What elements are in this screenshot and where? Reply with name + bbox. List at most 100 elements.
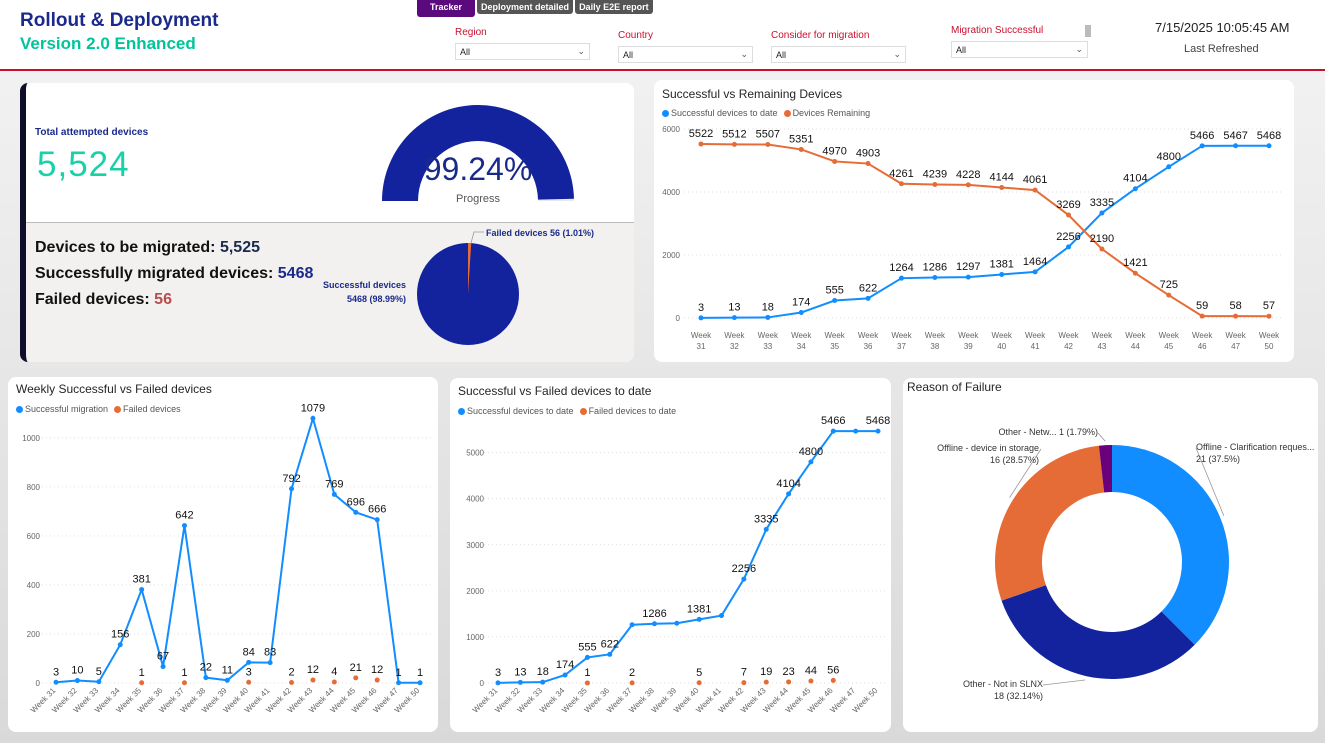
filter-region-dropdown[interactable]: All ⌄ (455, 43, 590, 60)
chart2-series-0-point[interactable] (267, 660, 273, 666)
chart1-series-1-point[interactable] (1233, 313, 1239, 319)
chart3-series-0-point[interactable] (830, 428, 836, 434)
chart2-series-0-line[interactable] (55, 414, 420, 684)
chart1-series-1-point[interactable] (1166, 292, 1172, 298)
chart1-series-1-point[interactable] (798, 146, 804, 152)
chart2-series-0-point[interactable] (181, 523, 187, 529)
scrollbar-handle[interactable] (1085, 25, 1091, 37)
chart1-series-0-point[interactable] (1199, 143, 1205, 149)
chart2-series-0-point[interactable] (417, 680, 423, 686)
chart3-series-0-point[interactable] (674, 620, 680, 626)
chart2-series-0-point[interactable] (160, 664, 166, 670)
chart1-series-1-point[interactable] (898, 181, 904, 187)
chart2-series-1-point[interactable] (353, 675, 359, 681)
chart2-series-1-point[interactable] (374, 677, 380, 683)
tab-deployment-detailed[interactable]: Deployment detailed (477, 0, 574, 14)
chart3-plot[interactable]: 010002000300040005000Week 31Week 32Week … (450, 378, 891, 732)
chart1-series-0-point[interactable] (1166, 164, 1172, 170)
chart2-series-0-point[interactable] (96, 679, 102, 685)
chart2-series-1-point[interactable] (331, 679, 337, 685)
chart1-series-0-point[interactable] (999, 271, 1005, 277)
chart1-series-0-point[interactable] (965, 274, 971, 280)
chart1-series-1-point[interactable] (999, 184, 1005, 190)
chart3-series-0-point[interactable] (495, 680, 501, 686)
chart2-series-0-point[interactable] (224, 677, 230, 683)
chart1-series-1-point[interactable] (832, 158, 838, 164)
chart1-series-1-point[interactable] (1266, 313, 1272, 319)
chart2-series-0-point[interactable] (53, 679, 59, 685)
chart1-series-0-point[interactable] (1099, 210, 1105, 216)
chart2-series-0-point[interactable] (203, 675, 209, 681)
chart3-series-0-point[interactable] (763, 526, 769, 532)
chart2-series-1-point[interactable] (310, 677, 316, 683)
chart1-series-1-point[interactable] (1066, 212, 1072, 218)
chart3-series-1-point[interactable] (629, 680, 635, 686)
chart3-series-1-point[interactable] (763, 679, 769, 685)
chart3-series-0-line[interactable] (497, 430, 879, 684)
chart1-series-0-point[interactable] (1132, 186, 1138, 192)
chart3-series-1-point[interactable] (584, 680, 590, 686)
chart3-series-1-point[interactable] (786, 679, 792, 685)
chart2-series-0-point[interactable] (396, 680, 402, 686)
chart2-series-0-point[interactable] (117, 642, 123, 648)
chart1-series-1-point[interactable] (765, 142, 771, 148)
chart3-series-0-point[interactable] (719, 613, 725, 619)
chart1-series-0-point[interactable] (865, 295, 871, 301)
chart1-series-0-point[interactable] (898, 275, 904, 281)
chart4-donut[interactable]: Offline - Clarification reques... 21 (37.… (903, 378, 1318, 732)
chart1-series-1-point[interactable] (1199, 313, 1205, 319)
chart3-series-0-point[interactable] (808, 459, 814, 465)
chart3-series-0-point[interactable] (853, 428, 859, 434)
success-failed-pie[interactable]: Failed devices 56 (1.01%) Successful dev… (296, 228, 634, 358)
chart3-series-0-point[interactable] (875, 428, 881, 434)
chart3-series-0-point[interactable] (696, 616, 702, 622)
chart1-series-1-point[interactable] (731, 141, 737, 147)
chart2-series-0-point[interactable] (331, 491, 337, 497)
donut-slice-2[interactable] (995, 445, 1105, 601)
filter-country-dropdown[interactable]: All ⌄ (618, 46, 753, 63)
chart2-series-0-point[interactable] (289, 486, 295, 492)
chart1-series-1-point[interactable] (965, 182, 971, 188)
chart2-plot[interactable]: 02004006008001000Week 31Week 32Week 33We… (8, 377, 438, 732)
chart1-series-0-point[interactable] (1066, 244, 1072, 250)
chart3-series-1-point[interactable] (696, 680, 702, 686)
filter-migration-successful-dropdown[interactable]: All ⌄ (951, 41, 1088, 58)
chart2-series-0-point[interactable] (139, 587, 145, 593)
chart3-series-0-point[interactable] (562, 672, 568, 678)
chart1-series-0-point[interactable] (832, 298, 838, 304)
chart1-series-0-point[interactable] (1266, 143, 1272, 149)
chart1-series-0-point[interactable] (698, 315, 704, 321)
chart2-series-1-point[interactable] (139, 680, 145, 686)
chart1-series-1-point[interactable] (932, 181, 938, 187)
chart2-series-0-point[interactable] (310, 415, 316, 421)
chart3-series-0-point[interactable] (517, 679, 523, 685)
donut-slice-0[interactable] (1112, 445, 1229, 645)
chart1-series-1-point[interactable] (698, 141, 704, 147)
chart3-series-1-point[interactable] (830, 677, 836, 683)
chart2-series-0-point[interactable] (246, 659, 252, 665)
chart3-series-0-point[interactable] (629, 622, 635, 628)
chart1-plot[interactable]: 0 2000 4000 6000 Week 31 Week 32 Week 33 Week 34 Wee… (654, 80, 1294, 362)
chart3-series-0-point[interactable] (540, 679, 546, 685)
donut-slice-1[interactable] (1001, 585, 1195, 679)
chart1-series-0-point[interactable] (765, 314, 771, 320)
filter-consider-dropdown[interactable]: All ⌄ (771, 46, 906, 63)
chart3-series-0-point[interactable] (607, 651, 613, 657)
tab-daily-e2e-report[interactable]: Daily E2E report (575, 0, 653, 14)
chart1-series-0-point[interactable] (1233, 143, 1239, 149)
chart1-series-1-line[interactable] (700, 143, 1270, 318)
chart1-series-1-point[interactable] (1132, 270, 1138, 276)
chart1-series-1-point[interactable] (865, 161, 871, 167)
chart1-series-0-line[interactable] (700, 144, 1270, 319)
progress-gauge[interactable]: 99.24% Progress (369, 91, 599, 216)
chart1-series-0-point[interactable] (932, 274, 938, 280)
chart1-series-0-point[interactable] (731, 315, 737, 321)
chart1-series-0-point[interactable] (1032, 269, 1038, 275)
chart1-series-1-point[interactable] (1099, 246, 1105, 252)
chart2-series-1-point[interactable] (181, 680, 187, 686)
chart3-series-0-point[interactable] (741, 576, 747, 582)
chart3-series-0-point[interactable] (584, 654, 590, 660)
chart3-series-1-point[interactable] (741, 680, 747, 686)
chart2-series-1-point[interactable] (246, 679, 252, 685)
chart1-series-1-point[interactable] (1032, 187, 1038, 193)
